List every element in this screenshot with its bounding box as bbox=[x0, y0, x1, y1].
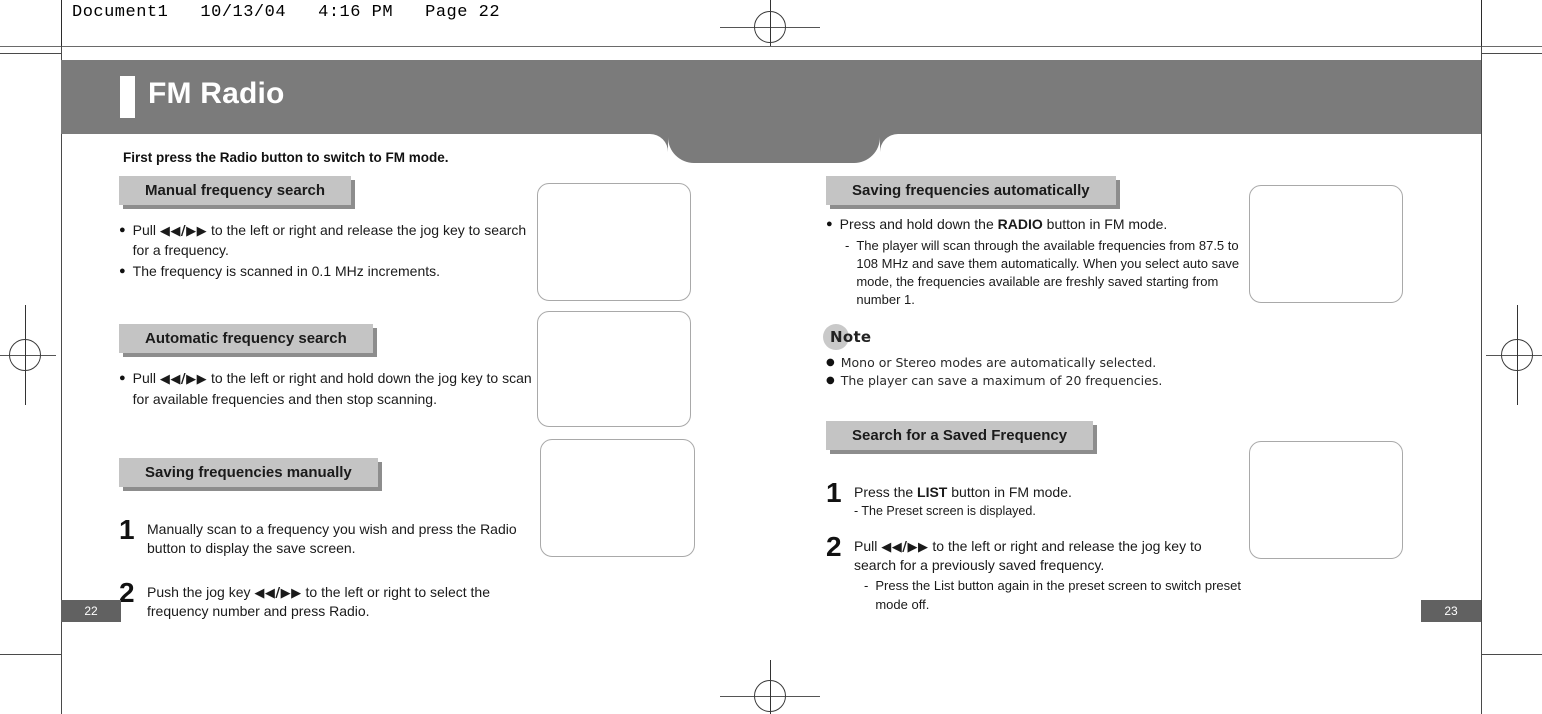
registration-mark-right bbox=[1486, 305, 1542, 405]
intro-text: First press the Radio button to switch t… bbox=[123, 150, 449, 165]
registration-mark-bottom bbox=[720, 660, 820, 714]
section-heading: Search for a Saved Frequency bbox=[826, 420, 1094, 450]
dash-icon: - bbox=[864, 578, 869, 594]
banner-accent-bar bbox=[120, 76, 135, 118]
step-item: 1 Manually scan to a frequency you wish … bbox=[119, 513, 539, 558]
bullet-text-post: button in FM mode. bbox=[1042, 216, 1168, 232]
bullet-dot-icon: ● bbox=[119, 372, 126, 385]
bullet-text-bold: RADIO bbox=[997, 216, 1043, 232]
step-item: 1 Press the LIST button in FM mode. - Th… bbox=[826, 476, 1246, 520]
trim-line-left-horizontal bbox=[0, 53, 61, 54]
step-item: 2 Pull ◀◀/▶▶ to the left or right and re… bbox=[826, 530, 1246, 614]
registration-mark-left bbox=[0, 305, 56, 405]
banner-tab-shape bbox=[668, 134, 880, 163]
bullet-item: ● Pull ◀◀/▶▶ to the left or right and ho… bbox=[119, 369, 539, 409]
step-number: 1 bbox=[119, 513, 135, 545]
page-number-right: 23 bbox=[1421, 600, 1481, 622]
page-sheet: FM Radio First press the Radio button to… bbox=[61, 46, 1481, 654]
step-subnote-text: Press the List button again in the prese… bbox=[875, 578, 1241, 612]
bullet-item: ● Pull ◀◀/▶▶ to the left or right and re… bbox=[119, 221, 539, 261]
jog-key-icon: ◀◀/▶▶ bbox=[159, 224, 208, 239]
scan-header-right-rule bbox=[1481, 0, 1482, 46]
trim-line-right-horizontal-bottom bbox=[1482, 654, 1542, 655]
bullet-text: Pull ◀◀/▶▶ to the left or right and hold… bbox=[133, 369, 539, 409]
trim-line-right-vertical bbox=[1481, 46, 1482, 714]
bullet-dot-icon: ● bbox=[826, 218, 833, 230]
dash-icon: - bbox=[854, 503, 859, 518]
note-label: Note bbox=[830, 327, 872, 346]
scan-header-strip: Document1 10/13/04 4:16 PM Page 22 bbox=[0, 0, 1542, 46]
step-text-main: Pull ◀◀/▶▶ to the left or right and rele… bbox=[854, 537, 1246, 576]
bullet-dot-icon: ● bbox=[826, 375, 835, 387]
section-heading: Saving frequencies automatically bbox=[826, 176, 1116, 205]
section-heading: Saving frequencies manually bbox=[119, 457, 378, 487]
left-column: Manual frequency search ● Pull ◀◀/▶▶ to … bbox=[119, 176, 539, 643]
section-search-saved-frequency: Search for a Saved Frequency 1 Press the… bbox=[826, 420, 1246, 614]
note-block: Note ● Mono or Stereo modes are automati… bbox=[823, 323, 1246, 391]
step-subnote: - The Preset screen is displayed. bbox=[854, 503, 1246, 520]
step-number: 2 bbox=[119, 576, 135, 608]
step-text: Push the jog key ◀◀/▶▶ to the left or ri… bbox=[147, 580, 539, 622]
bullet-text: The frequency is scanned in 0.1 MHz incr… bbox=[132, 263, 441, 280]
dash-icon: - bbox=[845, 237, 850, 253]
scan-header-text: Document1 10/13/04 4:16 PM Page 22 bbox=[72, 3, 501, 22]
jog-key-icon: ◀◀/▶▶ bbox=[159, 372, 208, 388]
note-badge: Note bbox=[823, 323, 872, 350]
trim-line-right-horizontal bbox=[1482, 53, 1542, 54]
page-number-left: 22 bbox=[61, 600, 121, 622]
bullet-item: ● Press and hold down the RADIO button i… bbox=[826, 215, 1246, 235]
step-number: 2 bbox=[826, 530, 842, 562]
banner-tab-notch-left bbox=[650, 134, 668, 152]
note-item-text: Mono or Stereo modes are automatically s… bbox=[840, 354, 1157, 370]
step-text: Manually scan to a frequency you wish an… bbox=[147, 520, 517, 556]
note-item-text: The player can save a maximum of 20 freq… bbox=[840, 373, 1163, 389]
section-automatic-frequency-search: Automatic frequency search ● Pull ◀◀/▶▶ … bbox=[119, 324, 539, 409]
jog-key-icon: ◀◀/▶▶ bbox=[254, 585, 302, 601]
step-subnote-text: The Preset screen is displayed. bbox=[861, 503, 1036, 518]
step-text: Pull ◀◀/▶▶ to the left or right and rele… bbox=[854, 534, 1246, 614]
section-heading: Automatic frequency search bbox=[119, 324, 373, 354]
note-list-item: ● Mono or Stereo modes are automatically… bbox=[826, 354, 1246, 373]
bullet-dot-icon: ● bbox=[119, 265, 126, 278]
step-text: Press the LIST button in FM mode. - The … bbox=[854, 480, 1246, 520]
bullet-text-pre: Pull bbox=[132, 370, 160, 387]
scan-header-left-rule bbox=[61, 0, 62, 46]
section-saving-frequencies-manually: Saving frequencies manually 1 Manually s… bbox=[119, 457, 539, 622]
step-text-pre: Push the jog key bbox=[147, 583, 255, 600]
note-list-item: ● The player can save a maximum of 20 fr… bbox=[826, 372, 1246, 391]
page-number-right-text: 23 bbox=[1444, 604, 1458, 618]
image-placeholder-left-2 bbox=[537, 311, 691, 427]
step-text-pre: Press the bbox=[854, 483, 918, 500]
step-text-main: Press the LIST button in FM mode. bbox=[854, 483, 1246, 502]
bullet-text: Press and hold down the RADIO button in … bbox=[840, 215, 1246, 235]
section-heading: Manual frequency search bbox=[119, 176, 352, 205]
step-text-pre: Pull bbox=[854, 537, 882, 554]
sub-bullet-item: - The player will scan through the avail… bbox=[845, 237, 1246, 310]
section-banner: FM Radio bbox=[61, 60, 1481, 134]
section-saving-frequencies-automatically: Saving frequencies automatically ● Press… bbox=[826, 176, 1246, 310]
bullet-text-pre: Pull bbox=[132, 222, 160, 238]
page-title: FM Radio bbox=[148, 77, 285, 110]
right-column: Saving frequencies automatically ● Press… bbox=[823, 176, 1246, 636]
jog-key-icon: ◀◀/▶▶ bbox=[881, 539, 929, 555]
step-text-bold: LIST bbox=[917, 483, 948, 500]
bullet-dot-icon: ● bbox=[826, 356, 835, 368]
page-number-left-text: 22 bbox=[84, 604, 98, 618]
section-manual-frequency-search: Manual frequency search ● Pull ◀◀/▶▶ to … bbox=[119, 176, 539, 282]
banner-tab-notch-right bbox=[880, 134, 898, 152]
step-item: 2 Push the jog key ◀◀/▶▶ to the left or … bbox=[119, 576, 539, 622]
image-placeholder-left-3 bbox=[540, 439, 695, 557]
bullet-item: ● The frequency is scanned in 0.1 MHz in… bbox=[119, 262, 539, 282]
image-placeholder-left-1 bbox=[537, 183, 691, 301]
image-placeholder-right-1 bbox=[1249, 185, 1403, 303]
bullet-text: Pull ◀◀/▶▶ to the left or right and rele… bbox=[133, 221, 539, 261]
bullet-dot-icon: ● bbox=[119, 224, 126, 236]
bullet-text-pre: Press and hold down the bbox=[839, 216, 998, 232]
trim-line-left-horizontal-bottom bbox=[0, 654, 61, 655]
image-placeholder-right-2 bbox=[1249, 441, 1403, 559]
sub-bullet-text: The player will scan through the availab… bbox=[856, 237, 1240, 308]
step-number: 1 bbox=[826, 476, 842, 508]
step-subnote: - Press the List button again in the pre… bbox=[864, 577, 1246, 613]
step-text-post: button in FM mode. bbox=[947, 483, 1072, 500]
